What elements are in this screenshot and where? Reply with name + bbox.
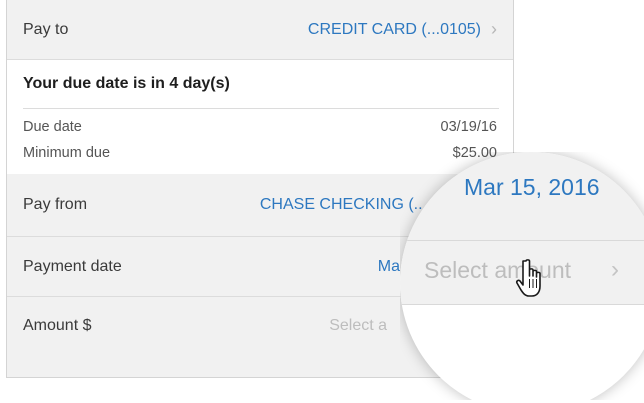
- divider: [400, 304, 644, 305]
- due-notice-row: Your due date is in 4 day(s): [7, 60, 513, 108]
- pay-to-value[interactable]: CREDIT CARD (...0105): [308, 21, 481, 39]
- due-date-row: Due date 03/19/16: [7, 117, 513, 137]
- due-date-label: Due date: [23, 119, 82, 135]
- amount-label: Amount $: [23, 317, 92, 334]
- chevron-right-icon: ›: [491, 19, 497, 39]
- hand-pointer-cursor-icon: [515, 259, 541, 297]
- pay-from-label: Pay from: [23, 196, 88, 213]
- payment-date-label: Payment date: [23, 257, 122, 275]
- magnified-select-amount-label: Select amount: [424, 256, 572, 283]
- chevron-right-icon: ›: [611, 256, 620, 283]
- due-date-value: 03/19/16: [440, 119, 497, 135]
- due-notice: Your due date is in 4 day(s): [23, 75, 230, 92]
- payment-date-value[interactable]: Ma: [378, 258, 400, 276]
- magnified-payment-date[interactable]: Mar 15, 2016: [464, 174, 600, 201]
- pay-to-label: Pay to: [23, 20, 69, 38]
- amount-placeholder[interactable]: Select a: [329, 317, 387, 335]
- pay-to-value-group[interactable]: CREDIT CARD (...0105) ›: [308, 19, 497, 40]
- divider: [23, 108, 499, 109]
- pay-to-row[interactable]: Pay to CREDIT CARD (...0105) ›: [7, 0, 513, 59]
- minimum-due-label: Minimum due: [23, 145, 111, 161]
